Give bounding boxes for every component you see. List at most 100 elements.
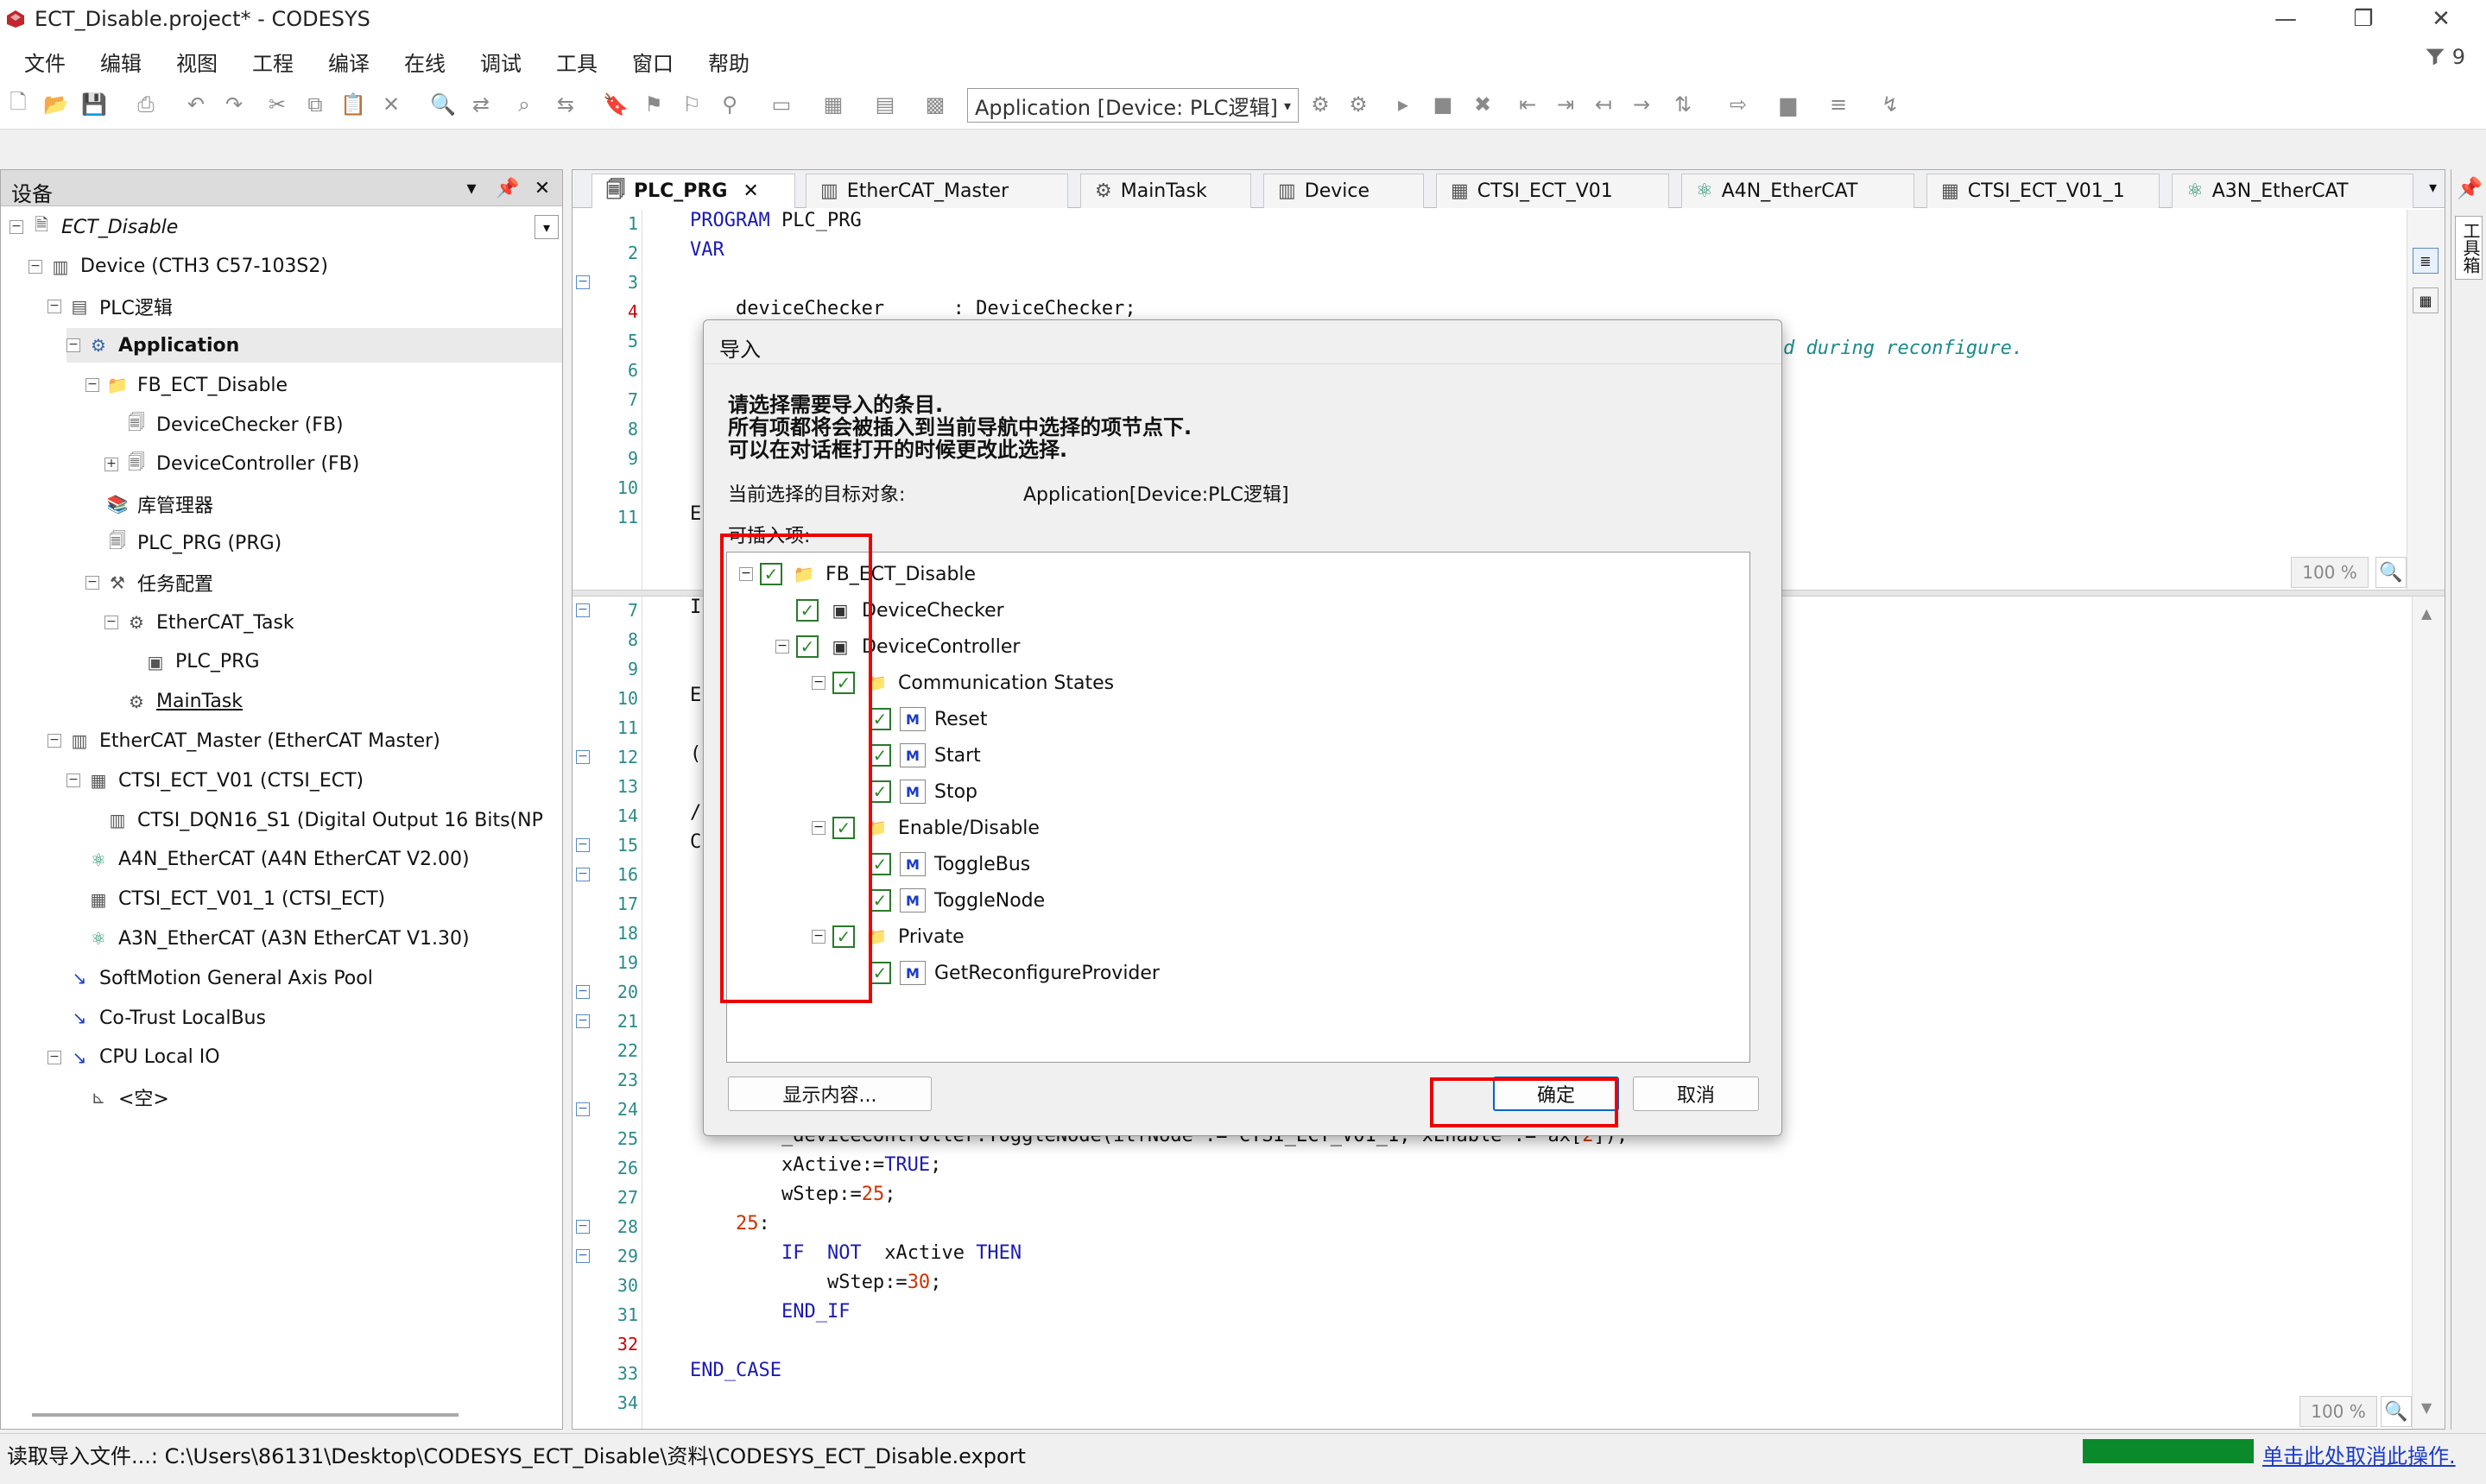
tab-ctsi-ect-v01-1[interactable]: ▦ CTSI_ECT_V01_1 bbox=[1926, 174, 2160, 208]
login-icon[interactable]: ⚙ bbox=[1307, 92, 1333, 117]
device-tree-node[interactable]: − ↘ CPU Local IO bbox=[47, 1040, 562, 1075]
run-icon[interactable]: ▸ bbox=[1390, 92, 1416, 117]
replace-all-icon[interactable]: ⇆ bbox=[553, 92, 579, 117]
bookmark-icon[interactable]: 🔖 bbox=[603, 92, 629, 117]
step-out-icon[interactable]: ↤ bbox=[1591, 92, 1616, 117]
step-into-icon[interactable]: ⇥ bbox=[1553, 92, 1578, 117]
find-icon[interactable]: 🔍 bbox=[430, 92, 456, 117]
toolbox-tab[interactable]: 工具箱 bbox=[2455, 216, 2483, 280]
print-icon[interactable]: ⎙ bbox=[133, 92, 159, 117]
logout-icon[interactable]: ⚙ bbox=[1345, 92, 1371, 117]
undo-icon[interactable]: ↶ bbox=[183, 92, 209, 117]
device-tree-node[interactable]: ⚛ A4N_EtherCAT (A4N EtherCAT V2.00) bbox=[66, 843, 562, 877]
zoom-icon[interactable]: 🔍 bbox=[2375, 557, 2407, 588]
panel-dropdown-icon[interactable]: ▾ bbox=[459, 175, 484, 201]
device-tree-node[interactable]: − ▥ Device (CTH3 C57-103S2) bbox=[28, 249, 562, 284]
collapse-icon[interactable]: − bbox=[85, 378, 99, 393]
import-item-tree[interactable]: − ✓ 📁 FB_ECT_Disable ✓ ▣ DeviceChecker − ✓ ▣ Devic… bbox=[726, 552, 1750, 1063]
device-tree-node[interactable]: − ⚙ Application bbox=[66, 328, 562, 363]
device-tree-node[interactable]: − ▦ CTSI_ECT_V01 (CTSI_ECT) bbox=[66, 763, 562, 798]
collapse-icon[interactable]: − bbox=[28, 259, 42, 274]
collapse-icon[interactable]: − bbox=[85, 576, 99, 590]
run-to-cursor-icon[interactable]: → bbox=[1629, 92, 1654, 117]
step-over-icon[interactable]: ⇤ bbox=[1515, 92, 1540, 117]
cancel-operation-link[interactable]: 单击此处取消此操作. bbox=[2262, 1439, 2456, 1469]
tab-a3n-ethercat[interactable]: ⚛ A3N_EtherCAT bbox=[2172, 174, 2413, 208]
tab-ethercat-master[interactable]: ▥ EtherCAT_Master bbox=[806, 174, 1068, 208]
application-select[interactable]: Application [Device: PLC逻辑] ▾ bbox=[967, 88, 1299, 123]
minimize-button[interactable]: — bbox=[2255, 3, 2316, 35]
write-values-icon[interactable]: ▆ bbox=[1775, 92, 1801, 117]
device-tree-node[interactable]: ⊾ <空> bbox=[66, 1080, 562, 1115]
clear-bookmarks-icon[interactable]: ⚲ bbox=[717, 92, 743, 117]
device-tree-node[interactable]: 🗐 DeviceChecker (FB) bbox=[104, 407, 562, 442]
horizontal-scrollbar[interactable] bbox=[32, 1413, 459, 1417]
collapse-icon[interactable]: − bbox=[66, 338, 80, 353]
tab-device[interactable]: ▥ Device bbox=[1263, 174, 1424, 208]
device-tree-node[interactable]: − 🗎 ECT_Disable bbox=[9, 210, 562, 244]
menu-view[interactable]: 视图 bbox=[176, 47, 218, 77]
import-tree-node[interactable]: ✓ M GetReconfigureProvider bbox=[848, 955, 1160, 991]
zoom-indicator-top[interactable]: 100 % bbox=[2291, 557, 2369, 588]
new-file-icon[interactable]: 🗋 bbox=[5, 90, 31, 117]
zoom-indicator-bottom[interactable]: 100 % bbox=[2299, 1396, 2377, 1427]
fold-toggle-icon[interactable]: − bbox=[576, 750, 590, 764]
tab-plc-prg[interactable]: 🗐 PLC_PRG ✕ bbox=[591, 174, 795, 208]
tab-maintask[interactable]: ⚙ MainTask bbox=[1080, 174, 1251, 208]
collapse-icon[interactable]: − bbox=[9, 220, 23, 234]
tab-a4n-ethercat[interactable]: ⚛ A4N_EtherCAT bbox=[1681, 174, 1914, 208]
fold-toggle-icon[interactable]: − bbox=[576, 1220, 590, 1234]
device-tree-node[interactable]: − ▥ EtherCAT_Master (EtherCAT Master) bbox=[47, 723, 562, 758]
collapse-icon[interactable]: − bbox=[47, 1050, 61, 1064]
clipboard-icon[interactable]: ▤ bbox=[872, 92, 898, 117]
menu-edit[interactable]: 编辑 bbox=[100, 47, 142, 77]
tabular-view-icon[interactable]: ▦ bbox=[2413, 287, 2439, 313]
import-tree-node[interactable]: ✓ M ToggleNode bbox=[848, 882, 1045, 919]
collapse-icon[interactable]: − bbox=[47, 734, 61, 748]
import-tree-node[interactable]: ✓ M ToggleBus bbox=[848, 846, 1030, 882]
copy-icon[interactable]: ⧉ bbox=[302, 92, 328, 117]
device-tree-node[interactable]: ⚛ A3N_EtherCAT (A3N EtherCAT V1.30) bbox=[66, 921, 562, 956]
fold-toggle-icon[interactable]: − bbox=[576, 985, 590, 999]
menu-build[interactable]: 编译 bbox=[328, 47, 370, 77]
device-tree-node[interactable]: ▥ CTSI_DQN16_S1 (Digital Output 16 Bits(N… bbox=[85, 803, 562, 837]
device-tree-node[interactable]: ▣ PLC_PRG bbox=[123, 645, 562, 679]
close-window-button[interactable]: ✕ bbox=[2411, 3, 2471, 35]
device-tree-node[interactable]: − ⚒ 任务配置 bbox=[85, 565, 562, 600]
menu-window[interactable]: 窗口 bbox=[632, 47, 674, 77]
device-tree-node[interactable]: ⚙ MainTask bbox=[104, 685, 562, 719]
device-tree-node[interactable]: 📚 库管理器 bbox=[85, 487, 562, 521]
expand-icon[interactable]: + bbox=[104, 457, 118, 471]
restore-button[interactable]: ❐ bbox=[2333, 3, 2394, 35]
menu-project[interactable]: 工程 bbox=[252, 47, 294, 77]
fold-toggle-icon[interactable]: − bbox=[576, 838, 590, 852]
collapse-icon[interactable]: − bbox=[66, 774, 80, 788]
device-tree-node[interactable]: − 📁 FB_ECT_Disable bbox=[85, 368, 562, 402]
tab-list-chevron-icon[interactable]: ▾ bbox=[2429, 179, 2437, 197]
scroll-up-icon[interactable]: ▲ bbox=[2421, 605, 2432, 622]
fold-toggle-icon[interactable]: − bbox=[576, 603, 590, 617]
menu-online[interactable]: 在线 bbox=[404, 47, 446, 77]
tab-ctsi-ect-v01[interactable]: ▦ CTSI_ECT_V01 bbox=[1436, 174, 1669, 208]
grid-icon[interactable]: ▩ bbox=[922, 92, 948, 117]
pin-toolbox-icon[interactable]: 📌 bbox=[2457, 176, 2483, 200]
menu-help[interactable]: 帮助 bbox=[708, 47, 750, 77]
paste-icon[interactable]: 📋 bbox=[340, 92, 366, 117]
close-panel-icon[interactable]: ✕ bbox=[529, 175, 555, 201]
vertical-scrollbar[interactable]: ▲ ▼ bbox=[2412, 597, 2445, 1429]
redo-icon[interactable]: ↷ bbox=[221, 92, 247, 117]
save-icon[interactable]: 💾 bbox=[81, 92, 107, 117]
device-tree-node[interactable]: − ▤ PLC逻辑 bbox=[47, 289, 562, 324]
find-all-icon[interactable]: ⌕ bbox=[511, 92, 537, 117]
fold-toggle-icon[interactable]: − bbox=[576, 275, 590, 289]
collapse-icon[interactable]: − bbox=[47, 299, 61, 313]
device-tree-node[interactable]: + 🗐 DeviceController (FB) bbox=[104, 447, 562, 482]
show-current-icon[interactable]: ⇨ bbox=[1725, 92, 1751, 117]
menu-debug[interactable]: 调试 bbox=[480, 47, 522, 77]
fold-toggle-icon[interactable]: − bbox=[576, 1102, 590, 1116]
menu-tools[interactable]: 工具 bbox=[556, 47, 598, 77]
filter-indicator[interactable]: 9 bbox=[2423, 45, 2465, 69]
show-content-button[interactable]: 显示内容... bbox=[728, 1077, 932, 1111]
close-tab-icon[interactable]: ✕ bbox=[743, 180, 758, 202]
build-menu-icon[interactable]: ▦ bbox=[820, 92, 846, 117]
